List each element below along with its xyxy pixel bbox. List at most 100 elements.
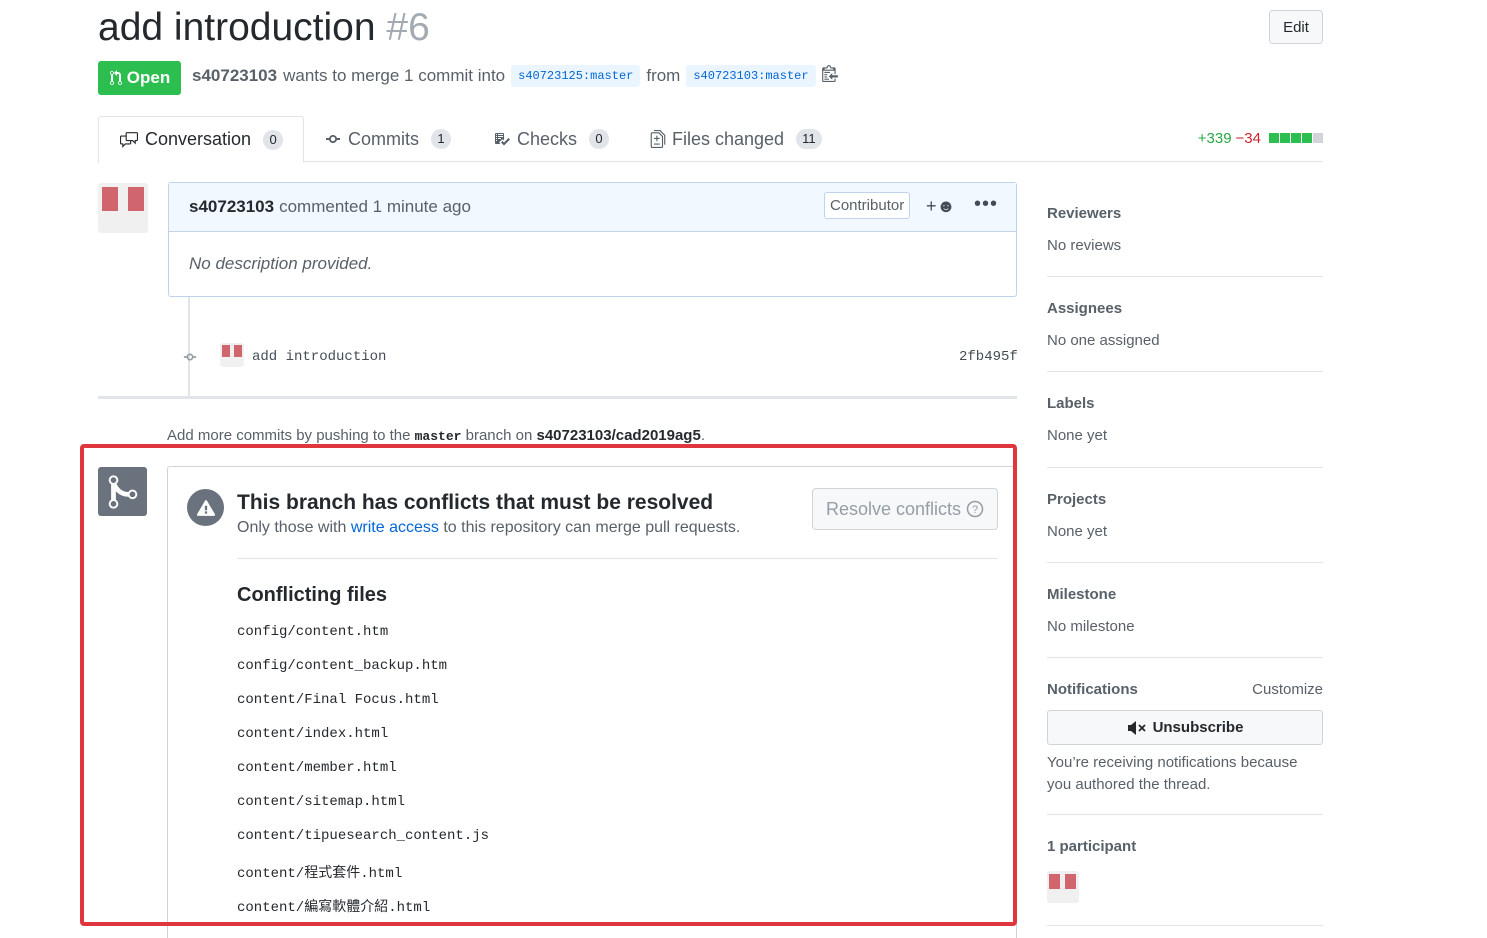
comment-discussion-icon [120, 131, 138, 148]
git-merge-icon [98, 467, 147, 516]
sidebar-participants: 1 participant [1047, 815, 1323, 926]
tab-label: Commits [348, 128, 419, 149]
alert-icon [187, 489, 224, 526]
base-branch[interactable]: s40723125:master [511, 64, 641, 87]
more-options-icon[interactable]: ••• [974, 193, 998, 216]
sidebar-milestone[interactable]: Milestone No milestone [1047, 563, 1323, 658]
head-branch[interactable]: s40723103:master [686, 64, 816, 87]
push-note-branch: master [414, 429, 462, 444]
question-icon: ? [966, 500, 984, 518]
participant-avatar[interactable] [1047, 871, 1079, 903]
sidebar-value: No reviews [1047, 237, 1122, 254]
commit-icon [181, 350, 199, 367]
avatar[interactable] [98, 183, 148, 233]
push-note-suffix: . [700, 427, 705, 444]
sidebar-heading: Assignees [1047, 300, 1123, 317]
comment-action: commented [279, 197, 368, 216]
pull-request-icon [109, 70, 122, 86]
merge-sub-suffix: to this repository can merge pull reques… [443, 519, 741, 536]
edit-button[interactable]: Edit [1269, 10, 1323, 44]
sidebar-reviewers[interactable]: Reviewers No reviews [1047, 182, 1323, 277]
comment: s40723103 commented 1 minute ago Contrib… [168, 182, 1017, 297]
tab-counter: 0 [589, 129, 610, 149]
clipboard-icon[interactable] [821, 64, 838, 87]
conflict-file: config/content_backup.htm [237, 658, 448, 674]
unsubscribe-label: Unsubscribe [1152, 719, 1244, 736]
conflict-file: content/Final Focus.html [237, 692, 439, 708]
timeline-divider [98, 396, 1017, 399]
tab-counter: 1 [431, 129, 451, 149]
conflicting-files-list: config/content.htm config/content_backup… [237, 624, 489, 930]
sidebar-labels[interactable]: Labels None yet [1047, 372, 1323, 468]
sidebar-heading: Projects [1047, 491, 1107, 508]
push-note-repo[interactable]: s40723103/cad2019ag5 [537, 427, 701, 444]
mute-icon [1127, 720, 1146, 735]
merge-text: wants to merge 1 commit into [283, 65, 506, 85]
push-note: Add more commits by pushing to the maste… [167, 427, 705, 444]
sidebar-value: None yet [1047, 427, 1108, 444]
from-text: from [646, 65, 681, 85]
pr-number: #6 [386, 6, 430, 49]
comment-author[interactable]: s40723103 [189, 197, 274, 217]
sidebar-assignees[interactable]: Assignees No one assigned [1047, 277, 1323, 372]
merge-subtitle: Only those with write access to this rep… [237, 519, 740, 537]
state-badge: Open [98, 61, 181, 95]
diffstat-bar [1268, 130, 1323, 147]
commit-icon [326, 135, 340, 143]
push-note-middle: branch on [465, 427, 533, 444]
state-label: Open [126, 68, 171, 87]
comment-header: s40723103 commented 1 minute ago Contrib… [169, 183, 1016, 232]
sidebar-heading: 1 participant [1047, 838, 1137, 855]
conflict-file: content/index.html [237, 726, 389, 742]
conflict-file: content/編寫軟體介紹.html [237, 900, 431, 916]
sidebar-projects[interactable]: Projects None yet [1047, 468, 1323, 563]
conflict-file: content/member.html [237, 760, 397, 776]
sidebar-heading: Notifications [1047, 681, 1138, 698]
conflict-file: content/程式套件.html [237, 866, 403, 882]
merge-divider [237, 558, 998, 559]
sidebar-value: None yet [1047, 523, 1108, 540]
write-access-link[interactable]: write access [351, 519, 439, 536]
merge-box: This branch has conflicts that must be r… [167, 466, 1017, 938]
sidebar-heading: Reviewers [1047, 205, 1122, 222]
pr-meta: s40723103 wants to merge 1 commit into s… [192, 64, 838, 87]
pr-title: add introduction #6 [98, 6, 430, 50]
svg-text:?: ? [972, 504, 978, 516]
comment-time[interactable]: 1 minute ago [373, 197, 471, 217]
resolve-conflicts-button[interactable]: Resolve conflicts ? [812, 488, 998, 530]
commit-message[interactable]: add introduction [252, 349, 386, 365]
diffstat: +339 −34 [1198, 130, 1323, 147]
author-link[interactable]: s40723103 [192, 66, 277, 86]
role-badge: Contributor [824, 192, 911, 219]
sidebar-heading: Milestone [1047, 586, 1117, 603]
sidebar-value: No one assigned [1047, 332, 1160, 349]
tab-checks[interactable]: Checks 0 [493, 116, 610, 162]
customize-link[interactable]: Customize [1252, 681, 1323, 698]
add-reaction-icon[interactable]: +☻ [926, 196, 955, 217]
tab-commits[interactable]: Commits 1 [324, 116, 451, 162]
tab-files-changed[interactable]: Files changed 11 [650, 116, 822, 162]
tab-counter: 11 [796, 129, 822, 149]
tab-conversation[interactable]: Conversation 0 [98, 116, 305, 163]
notification-note: You’re receiving notifications because y… [1047, 754, 1298, 793]
tab-label: Files changed [672, 128, 785, 149]
commit-avatar[interactable] [220, 343, 244, 367]
unsubscribe-button[interactable]: Unsubscribe [1047, 710, 1323, 745]
commit-sha[interactable]: 2fb495f [959, 349, 1018, 365]
sidebar-notifications: Notifications Customize Unsubscribe You’… [1047, 658, 1323, 815]
pr-title-text: add introduction [98, 6, 376, 49]
checklist-icon [495, 133, 510, 146]
push-note-prefix: Add more commits by pushing to the [167, 427, 411, 444]
diff-additions: +339 [1197, 130, 1232, 147]
tab-label: Conversation [145, 129, 252, 149]
sidebar-heading: Labels [1047, 395, 1095, 412]
merge-sub-prefix: Only those with [237, 519, 347, 536]
resolve-conflicts-label: Resolve conflicts [825, 498, 962, 519]
pr-tabs: Conversation 0 Commits 1 Checks 0 Files … [98, 116, 1323, 163]
sidebar-value: No milestone [1047, 618, 1135, 635]
conflict-file: content/sitemap.html [237, 794, 406, 810]
conflict-file: config/content.htm [237, 624, 389, 640]
conflict-file: content/tipuesearch_content.js [237, 828, 490, 844]
merge-title: This branch has conflicts that must be r… [237, 491, 714, 514]
timeline-line [188, 297, 190, 397]
